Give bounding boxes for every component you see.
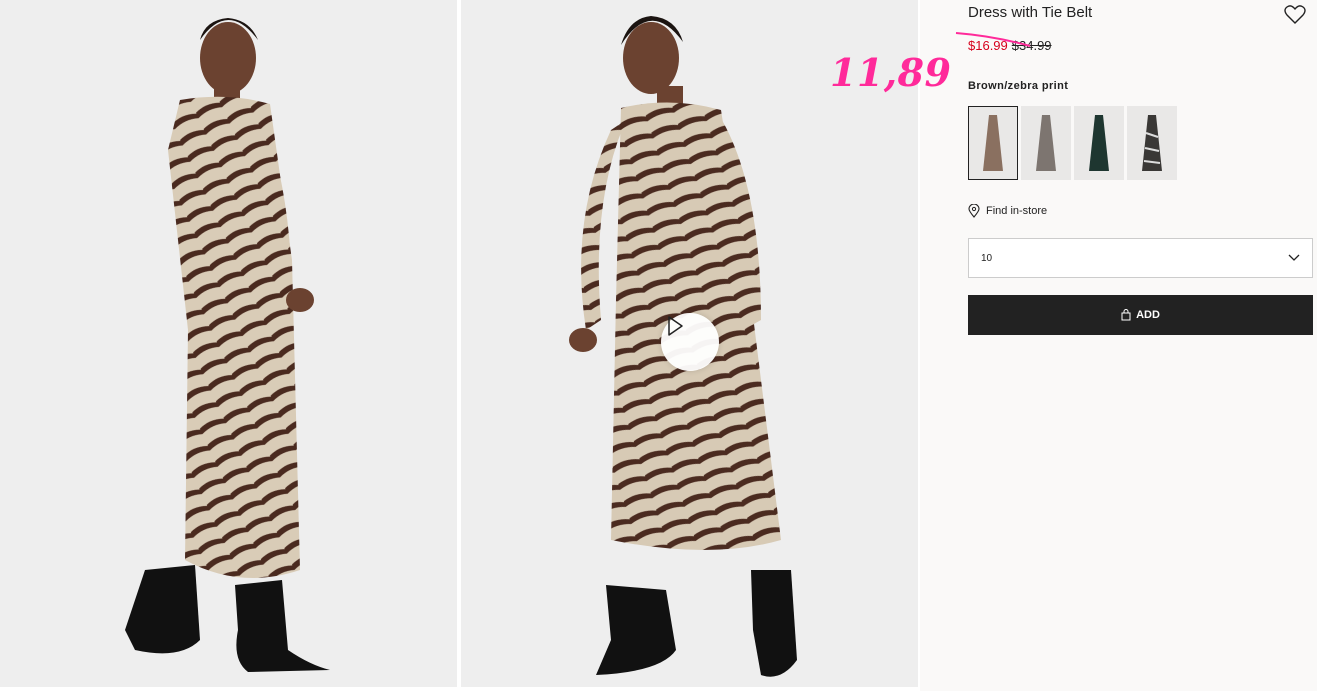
product-title: Dress with Tie Belt [968, 4, 1093, 21]
size-select-value: 10 [981, 252, 993, 264]
play-video-button[interactable] [661, 313, 719, 371]
swatch-dress-thumb [1142, 115, 1162, 171]
size-select[interactable]: 10 [968, 238, 1313, 278]
find-in-store-label: Find in-store [986, 205, 1048, 217]
add-to-bag-button[interactable]: ADD [968, 295, 1313, 335]
handwritten-price-annotation: 11,89 [830, 50, 952, 95]
product-photo-front[interactable] [0, 0, 457, 687]
swatch-taupe[interactable] [1021, 106, 1071, 180]
swatch-black-white-print[interactable] [1127, 106, 1177, 180]
bag-icon [1121, 309, 1131, 321]
product-details-panel: Dress with Tie Belt $16.99 $34.99 11,89 … [830, 0, 1317, 691]
handwritten-strike-mark [955, 32, 1031, 47]
chevron-down-icon [1288, 254, 1300, 261]
color-swatches [968, 106, 1177, 180]
product-photo-side[interactable] [461, 0, 918, 687]
swatch-dress-thumb [1036, 115, 1056, 171]
swatch-dress-thumb [983, 115, 1003, 171]
heart-icon [1284, 5, 1306, 24]
add-button-label: ADD [1136, 309, 1160, 321]
model-illustration-1 [125, 18, 330, 672]
location-pin-icon [968, 204, 980, 218]
favorite-button[interactable] [1284, 5, 1306, 25]
image-gallery [0, 0, 920, 691]
find-in-store-link[interactable]: Find in-store [968, 204, 1047, 218]
play-icon [668, 316, 683, 336]
swatch-dress-thumb [1089, 115, 1109, 171]
color-name-label: Brown/zebra print [968, 80, 1069, 92]
swatch-brown-zebra[interactable] [968, 106, 1018, 180]
swatch-dark-green[interactable] [1074, 106, 1124, 180]
